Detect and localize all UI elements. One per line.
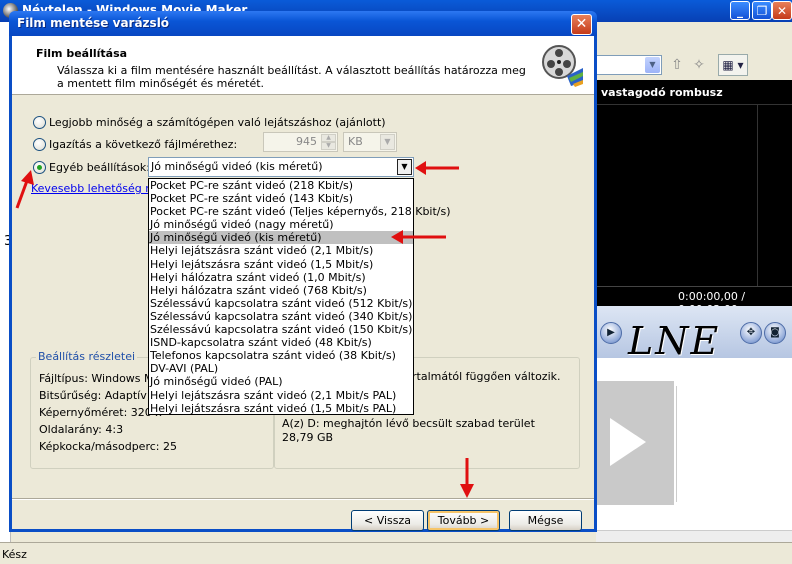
wizard-header: Film beállítása Válassza ki a film menté… bbox=[12, 36, 594, 95]
restore-icon[interactable]: ❐ bbox=[752, 1, 772, 20]
dialog-title-bar: Film mentése varázsló ✕ bbox=[9, 11, 597, 36]
size-unit-value: KB bbox=[348, 135, 363, 148]
dropdown-item[interactable]: Telefonos kapcsolatra szánt videó (38 Kb… bbox=[149, 349, 413, 362]
button-separator bbox=[12, 498, 594, 500]
dropdown-item[interactable]: ISND-kapcsolatra szánt videó (48 Kbit/s) bbox=[149, 336, 413, 349]
drive-free-space: A(z) D: meghajtón lévő becsült szabad te… bbox=[282, 417, 535, 445]
dropdown-item[interactable]: Helyi hálózatra szánt videó (768 Kbit/s) bbox=[149, 284, 413, 297]
file-size-value: 945 bbox=[296, 135, 317, 148]
drive-free-space-value: 28,79 GB bbox=[282, 431, 334, 444]
best-quality-label: Legjobb minőség a számítógépen való lejá… bbox=[49, 116, 386, 129]
status-bar: Kész bbox=[0, 542, 792, 564]
chevron-down-icon: ▼ bbox=[380, 134, 395, 150]
watermark-logo: LNE bbox=[628, 319, 721, 363]
back-button[interactable]: < Vissza bbox=[351, 510, 424, 531]
storyboard-play-icon bbox=[610, 418, 646, 466]
dialog-title: Film mentése varázsló bbox=[17, 16, 170, 30]
annotation-arrow-selected-icon bbox=[391, 230, 446, 244]
minimize-icon[interactable]: _ bbox=[730, 1, 750, 20]
dropdown-item[interactable]: Jó minőségű videó (nagy méretű) bbox=[149, 218, 413, 231]
dropdown-item[interactable]: Pocket PC-re szánt videó (Teljes képerny… bbox=[149, 205, 451, 218]
drive-free-space-label: A(z) D: meghajtón lévő becsült szabad te… bbox=[282, 417, 535, 430]
detail-aspect: Oldalarány: 4:3 bbox=[39, 423, 124, 436]
wizard-step-title: Film beállítása bbox=[36, 47, 128, 60]
annotation-arrow-combo-icon bbox=[415, 161, 459, 175]
settings-combo[interactable]: Jó minőségű videó (kis méretű) ▼ bbox=[148, 157, 414, 177]
dropdown-item[interactable]: Szélessávú kapcsolatra szánt videó (150 … bbox=[149, 323, 413, 336]
app-close-icon[interactable]: ✕ bbox=[772, 1, 792, 20]
dropdown-item[interactable]: Helyi lejátszásra szánt videó (1,5 Mbit/… bbox=[149, 258, 413, 271]
spin-up-icon[interactable]: ▲ bbox=[321, 134, 336, 142]
file-size-spinner[interactable]: 945 ▲ ▼ bbox=[263, 132, 338, 152]
cancel-button[interactable]: Mégse bbox=[509, 510, 582, 531]
settings-dropdown-list[interactable]: Pocket PC-re szánt videó (218 Kbit/s) Poc… bbox=[148, 178, 451, 415]
setting-details-title: Beállítás részletei bbox=[36, 350, 138, 363]
annotation-arrow-next-icon bbox=[460, 458, 474, 498]
dropdown-item[interactable]: Szélessávú kapcsolatra szánt videó (340 … bbox=[149, 310, 413, 323]
next-button[interactable]: Tovább > bbox=[427, 510, 500, 531]
play-icon[interactable]: ▶ bbox=[600, 322, 622, 344]
settings-combo-value: Jó minőségű videó (kis méretű) bbox=[151, 160, 323, 173]
preview-monitor bbox=[596, 104, 792, 287]
fit-size-radio[interactable] bbox=[33, 138, 46, 151]
dropdown-item[interactable]: Helyi lejátszásra szánt videó (2,1 Mbit/… bbox=[149, 244, 413, 257]
fewer-options-link[interactable]: Kevesebb lehetőség me bbox=[31, 182, 163, 195]
chevron-down-icon: ▼ bbox=[645, 57, 660, 73]
spin-down-icon[interactable]: ▼ bbox=[321, 142, 336, 150]
dropdown-item[interactable]: Jó minőségű videó (PAL) bbox=[149, 375, 413, 388]
dropdown-item[interactable]: DV-AVI (PAL) bbox=[149, 362, 413, 375]
chevron-down-icon[interactable]: ▼ bbox=[397, 159, 412, 175]
storyboard-clip-cell[interactable] bbox=[676, 386, 792, 502]
fit-size-label: Igazítás a következő fájlmérethez: bbox=[49, 138, 238, 151]
dropdown-item[interactable]: Pocket PC-re szánt videó (143 Kbit/s) bbox=[149, 192, 413, 205]
annotation-arrow-radio-icon bbox=[15, 170, 34, 209]
up-folder-icon[interactable]: ⇧ bbox=[668, 56, 686, 74]
preview-clip-title: vastagodó rombusz bbox=[601, 86, 723, 99]
dropdown-item[interactable]: Helyi hálózatra szánt videó (1,0 Mbit/s) bbox=[149, 271, 413, 284]
other-settings-label: Egyéb beállítások: bbox=[49, 161, 150, 174]
file-size-note: rtalmától függően változik. bbox=[412, 370, 561, 383]
split-clip-icon[interactable]: ✥ bbox=[740, 322, 762, 344]
status-text: Kész bbox=[2, 548, 27, 561]
dropdown-item[interactable]: Helyi lejátszásra szánt videó (2,1 Mbit/… bbox=[149, 389, 413, 402]
new-folder-icon[interactable]: ✧ bbox=[690, 56, 708, 74]
view-options-icon[interactable]: ▦ ▾ bbox=[718, 54, 748, 76]
dialog-close-icon[interactable]: ✕ bbox=[571, 14, 592, 35]
snapshot-icon[interactable]: ◙ bbox=[764, 322, 786, 344]
dropdown-item[interactable]: Szélessávú kapcsolatra szánt videó (512 … bbox=[149, 297, 413, 310]
size-unit-combo[interactable]: KB ▼ bbox=[343, 132, 397, 152]
collections-combo[interactable]: ▼ bbox=[596, 55, 662, 75]
film-reel-icon bbox=[542, 45, 583, 87]
dropdown-item[interactable]: Pocket PC-re szánt videó (218 Kbit/s) bbox=[149, 179, 413, 192]
dropdown-item[interactable]: Helyi lejátszásra szánt videó (1,5 Mbit/… bbox=[149, 402, 413, 415]
detail-fps: Képkocka/másodperc: 25 bbox=[39, 440, 177, 453]
dropdown-item[interactable]: Jó minőségű videó (kis méretű) bbox=[149, 231, 413, 245]
wizard-step-description: Válassza ki a film mentésére használt be… bbox=[57, 64, 526, 90]
best-quality-radio[interactable] bbox=[33, 116, 46, 129]
preview-divider bbox=[757, 104, 758, 286]
